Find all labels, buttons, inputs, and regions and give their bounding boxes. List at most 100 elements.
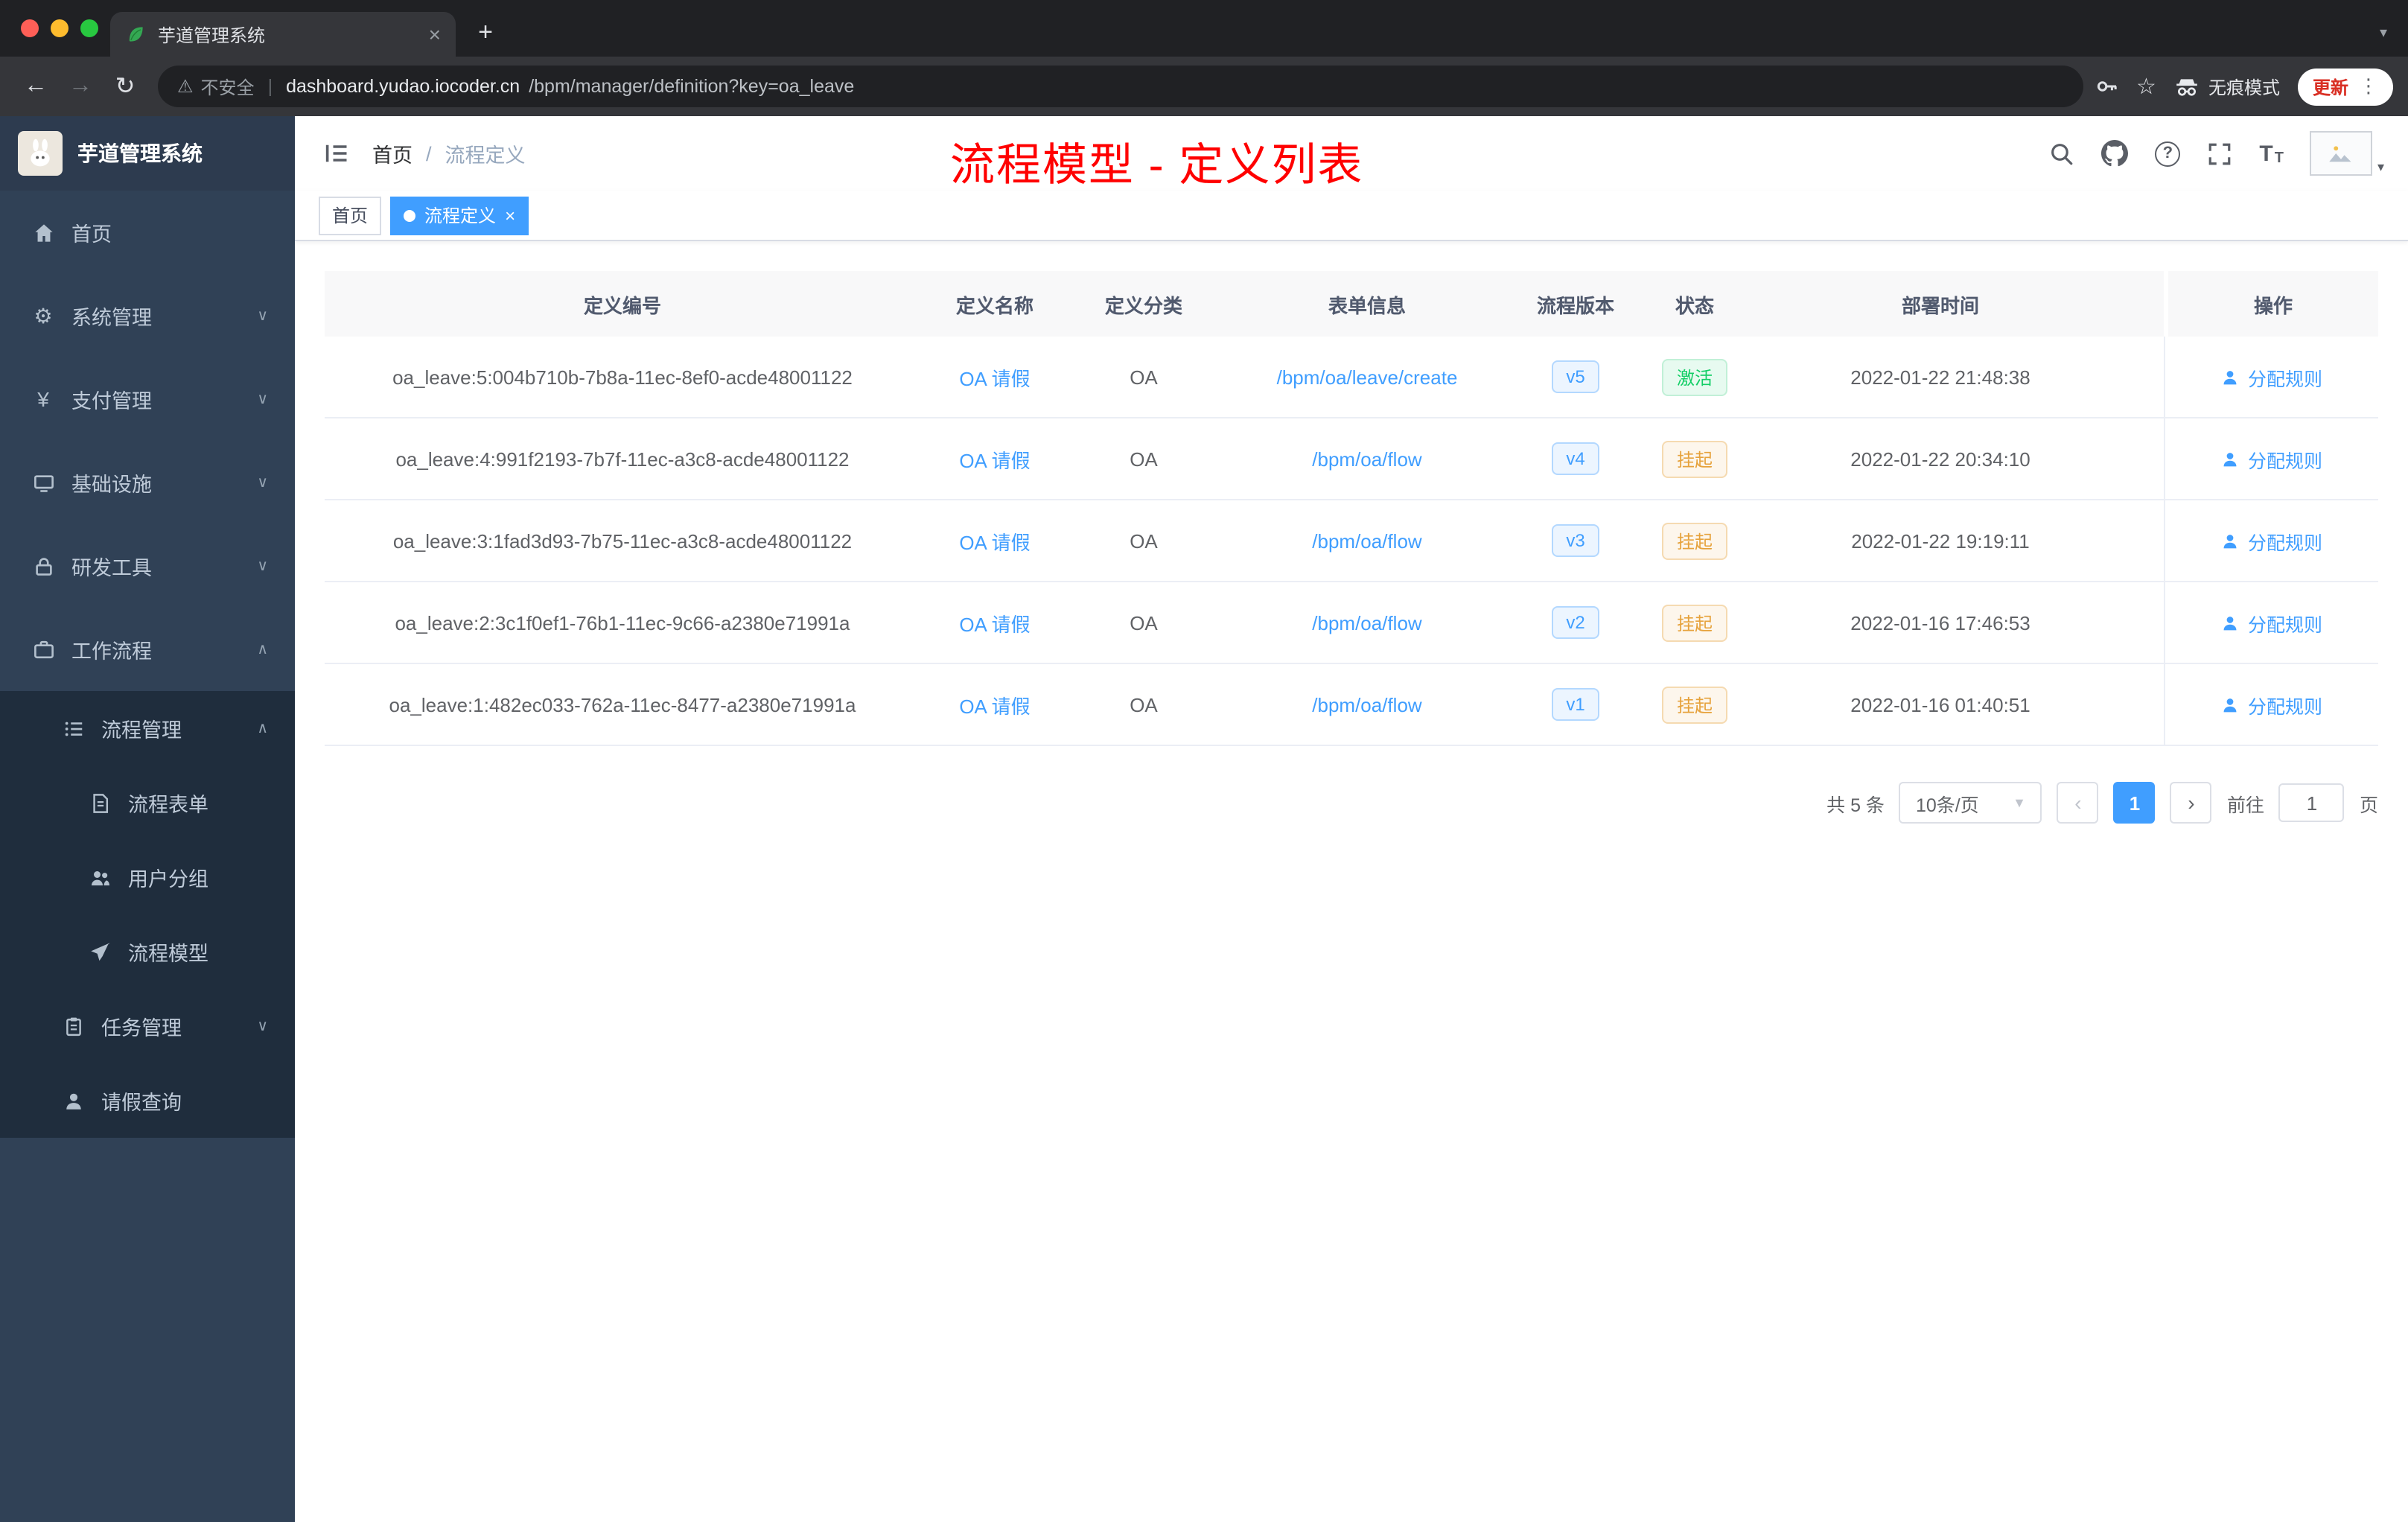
form-link[interactable]: /bpm/oa/flow [1312, 693, 1421, 716]
col-header-gap [2127, 271, 2164, 337]
chevron-down-icon: ∨ [257, 1018, 268, 1034]
zoom-window-button[interactable] [80, 19, 98, 37]
paper-plane-icon [86, 940, 113, 963]
assign-rule-button[interactable]: 分配规则 [2221, 690, 2322, 719]
main-content: 首页 / 流程定义 流程模型 - 定义列表 ? T T ▾ 首页 流程定义 × … [295, 116, 2408, 1522]
sidebar-item-leave-query[interactable]: 请假查询 [0, 1063, 295, 1138]
definition-name-link[interactable]: OA 请假 [959, 445, 1030, 473]
cell-deploy-time: 2022-01-16 01:40:51 [1850, 693, 2030, 716]
cell-id: oa_leave:3:1fad3d93-7b75-11ec-a3c8-acde4… [392, 529, 853, 552]
active-dot [404, 209, 416, 221]
breadcrumb: 首页 / 流程定义 [372, 138, 526, 168]
next-page-button[interactable]: › [2170, 782, 2212, 824]
form-link[interactable]: /bpm/oa/leave/create [1277, 366, 1458, 388]
version-badge: v2 [1551, 606, 1600, 639]
tag-close-icon[interactable]: × [505, 205, 515, 226]
version-badge: v3 [1551, 524, 1600, 557]
sidebar-item-process-form[interactable]: 流程表单 [0, 765, 295, 840]
user-avatar[interactable]: ▾ [2310, 131, 2384, 176]
sidebar-item-user-group[interactable]: 用户分组 [0, 840, 295, 914]
gear-icon: ⚙ [34, 303, 53, 327]
page-size-select[interactable]: 10条/页 ▼ [1899, 782, 2042, 824]
app-title: 芋道管理系统 [77, 141, 203, 165]
clipboard-icon [60, 1015, 86, 1037]
assign-rule-button[interactable]: 分配规则 [2221, 445, 2322, 473]
update-label[interactable]: 更新 [2313, 74, 2348, 99]
forward-button[interactable]: → [60, 66, 101, 107]
back-button[interactable]: ← [15, 66, 57, 107]
sidebar-item-dev-tools[interactable]: 研发工具 ∨ [0, 524, 295, 608]
bookmark-star-icon[interactable]: ☆ [2136, 73, 2156, 100]
sidebar: 芋道管理系统 首页 ⚙ 系统管理 ∨ ¥ 支付管理 ∨ 基础设施 ∨ 研发工具 … [0, 116, 295, 1522]
sidebar-item-infrastructure[interactable]: 基础设施 ∨ [0, 441, 295, 524]
form-link[interactable]: /bpm/oa/flow [1312, 529, 1421, 552]
cell-category: OA [1130, 529, 1158, 552]
tag-home[interactable]: 首页 [319, 196, 382, 235]
tag-process-definition[interactable]: 流程定义 × [390, 196, 529, 235]
tab-search-icon[interactable]: ▾ [2380, 25, 2387, 42]
definition-name-link[interactable]: OA 请假 [959, 690, 1030, 719]
close-window-button[interactable] [21, 19, 39, 37]
assign-rule-button[interactable]: 分配规则 [2221, 363, 2322, 391]
list-icon [60, 717, 86, 739]
sidebar-item-task-management[interactable]: 任务管理 ∨ [0, 989, 295, 1063]
sidebar-logo[interactable]: 芋道管理系统 [0, 116, 295, 191]
sidebar-item-system[interactable]: ⚙ 系统管理 ∨ [0, 274, 295, 357]
help-icon[interactable]: ? [2155, 141, 2181, 166]
sidebar-item-process-management[interactable]: 流程管理 ∧ [0, 691, 295, 765]
definition-name-link[interactable]: OA 请假 [959, 363, 1030, 391]
password-key-icon[interactable] [2095, 74, 2118, 98]
avatar-caret-icon[interactable]: ▾ [2377, 159, 2384, 176]
assign-rule-button[interactable]: 分配规则 [2221, 608, 2322, 637]
prev-page-button[interactable]: ‹ [2057, 782, 2099, 824]
incognito-badge: 无痕模式 [2174, 74, 2280, 99]
tab-title: 芋道管理系统 [158, 25, 266, 45]
table-row: oa_leave:5:004b710b-7b8a-11ec-8ef0-acde4… [325, 337, 2378, 418]
reload-button[interactable]: ↻ [104, 66, 146, 107]
warning-icon: ⚠ [177, 76, 194, 97]
status-badge: 挂起 [1661, 604, 1727, 641]
fullscreen-icon[interactable] [2207, 141, 2232, 166]
tab-close-icon[interactable]: × [429, 22, 441, 46]
cell-category: OA [1130, 693, 1158, 716]
users-icon [86, 866, 113, 888]
col-header-name: 定义名称 [955, 294, 1033, 316]
cell-id: oa_leave:2:3c1f0ef1-76b1-11ec-9c66-a2380… [395, 611, 850, 634]
cell-deploy-time: 2022-01-16 17:46:53 [1850, 611, 2030, 634]
browser-menu-icon[interactable]: ⋮ [2359, 74, 2378, 98]
table-row: oa_leave:4:991f2193-7b7f-11ec-a3c8-acde4… [325, 418, 2378, 500]
sidebar-item-home[interactable]: 首页 [0, 191, 295, 274]
search-icon[interactable] [2049, 141, 2074, 166]
chevron-up-icon: ∧ [257, 641, 268, 657]
page-goto-input[interactable] [2278, 783, 2345, 822]
sidebar-fold-icon[interactable] [319, 136, 354, 171]
breadcrumb-home[interactable]: 首页 [372, 138, 413, 168]
minimize-window-button[interactable] [51, 19, 69, 37]
font-size-icon[interactable]: TT [2259, 141, 2284, 166]
cell-deploy-time: 2022-01-22 19:19:11 [1851, 529, 2030, 552]
sidebar-item-process-model[interactable]: 流程模型 [0, 914, 295, 989]
goto-unit: 页 [2359, 795, 2378, 815]
page-number-button[interactable]: 1 [2113, 782, 2156, 824]
col-header-form: 表单信息 [1328, 294, 1406, 316]
form-link[interactable]: /bpm/oa/flow [1312, 611, 1421, 634]
sidebar-item-label: 系统管理 [71, 307, 152, 329]
github-icon[interactable] [2101, 140, 2129, 167]
cell-deploy-time: 2022-01-22 21:48:38 [1850, 366, 2030, 388]
form-link[interactable]: /bpm/oa/flow [1312, 448, 1421, 470]
browser-update-chip[interactable]: 更新 ⋮ [2297, 68, 2393, 105]
assign-rule-button[interactable]: 分配规则 [2221, 526, 2322, 555]
address-bar[interactable]: ⚠ 不安全 | dashboard.yudao.iocoder.cn /bpm/… [158, 66, 2083, 107]
sidebar-item-label: 工作流程 [71, 640, 152, 663]
url-domain: dashboard.yudao.iocoder.cn [286, 76, 520, 97]
definition-name-link[interactable]: OA 请假 [959, 608, 1030, 637]
avatar-image[interactable] [2310, 131, 2373, 176]
new-tab-button[interactable]: + [465, 12, 506, 54]
sidebar-item-workflow[interactable]: 工作流程 ∧ [0, 608, 295, 691]
security-warning[interactable]: ⚠ 不安全 [177, 74, 255, 99]
definition-name-link[interactable]: OA 请假 [959, 526, 1030, 555]
window-controls[interactable] [21, 19, 98, 37]
browser-tab[interactable]: 芋道管理系统 × [110, 12, 456, 57]
page-size-value: 10条/页 [1915, 795, 1979, 815]
sidebar-item-payment[interactable]: ¥ 支付管理 ∨ [0, 357, 295, 441]
